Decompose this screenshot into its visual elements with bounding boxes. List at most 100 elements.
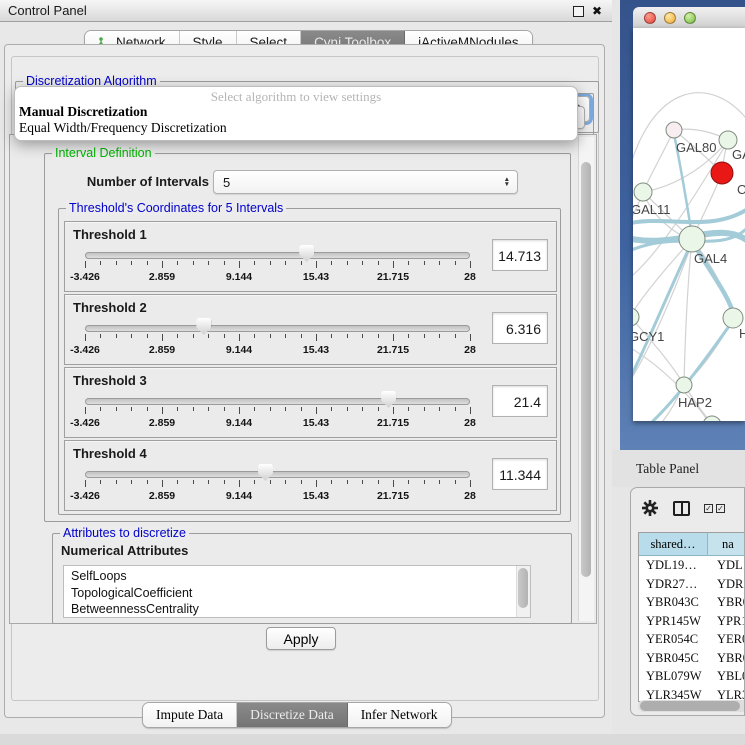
- table-row[interactable]: YBR045CYBR0: [639, 649, 744, 668]
- slider-ticks: [85, 480, 470, 489]
- threshold-slider[interactable]: -3.4262.8599.14415.4321.71528: [85, 244, 470, 286]
- network-node-hap2[interactable]: [676, 377, 692, 393]
- attribute-item-topologicalcoefficient[interactable]: TopologicalCoefficient: [71, 585, 530, 602]
- threshold-label: Threshold 1: [73, 227, 147, 242]
- right-column: GAL80GACGAL11GAL4GCY1HHAP2 Table Panel ✓…: [612, 0, 745, 745]
- zoom-traffic-light-icon[interactable]: [684, 12, 696, 24]
- network-edge[interactable]: [643, 130, 674, 192]
- threshold-value-field[interactable]: 6.316: [492, 312, 548, 344]
- table-cell: YDL1: [708, 556, 744, 575]
- interval-definition-group: Interval Definition Number of Intervals …: [44, 153, 571, 522]
- slider-thumb[interactable]: [196, 318, 211, 335]
- table-horizontal-scrollbar-thumb[interactable]: [640, 701, 740, 711]
- threshold-panel: Threshold 4 -3.4262.8599.14415.4321.7152…: [64, 440, 557, 511]
- popup-prompt: Select algorithm to view settings: [15, 89, 577, 104]
- desktop-bottom-strip: [0, 734, 745, 745]
- split-table-icon[interactable]: [673, 501, 690, 516]
- list-scrollbar[interactable]: [516, 566, 530, 617]
- table-row[interactable]: YBR043CYBR0: [639, 593, 744, 612]
- threshold-value-field[interactable]: 11.344: [492, 458, 548, 490]
- table-cell: YER0: [708, 630, 744, 649]
- settings-scrollbar-thumb[interactable]: [581, 162, 591, 577]
- slider-thumb[interactable]: [299, 245, 314, 262]
- table-cell: YBR045C: [639, 649, 708, 668]
- tab-label: Impute Data: [156, 707, 223, 723]
- table-cell: YBR0: [708, 649, 744, 668]
- list-scrollbar-thumb[interactable]: [518, 568, 528, 608]
- gear-icon[interactable]: [641, 499, 659, 517]
- group-title: Interval Definition: [52, 146, 155, 160]
- column-header-1[interactable]: shared…: [639, 533, 708, 555]
- node-label: C: [737, 182, 745, 197]
- slider-track[interactable]: [85, 325, 470, 332]
- table-row[interactable]: YDR27…YDR2: [639, 575, 744, 594]
- slider-tick-labels: -3.4262.8599.14415.4321.71528: [85, 417, 470, 429]
- slider-track[interactable]: [85, 471, 470, 478]
- slider-track[interactable]: [85, 398, 470, 405]
- table-panel-header: Table Panel: [612, 450, 745, 487]
- table-row[interactable]: YBL079WYBL0: [639, 667, 744, 686]
- settings-scrollbar[interactable]: [578, 137, 594, 621]
- slider-tick-labels: -3.4262.8599.14415.4321.71528: [85, 344, 470, 356]
- network-window-titlebar: [633, 7, 745, 29]
- network-node-gal80[interactable]: [666, 122, 682, 138]
- tab-impute-data[interactable]: Impute Data: [143, 703, 237, 727]
- table-cell: YBL0: [708, 667, 744, 686]
- close-traffic-light-icon[interactable]: [644, 12, 656, 24]
- table-cell: YDR27…: [639, 575, 708, 594]
- attribute-item-selfloops[interactable]: SelfLoops: [71, 568, 530, 585]
- node-label: H: [739, 326, 745, 341]
- table-horizontal-scrollbar[interactable]: [638, 700, 744, 712]
- algorithm-option-manual-discretization[interactable]: Manual Discretization: [15, 104, 577, 120]
- network-node-gal4[interactable]: [679, 226, 705, 252]
- number-of-intervals-value: 5: [223, 175, 230, 190]
- threshold-panel: Threshold 3 -3.4262.8599.14415.4321.7152…: [64, 367, 557, 438]
- tab-discretize-data[interactable]: Discretize Data: [237, 703, 348, 727]
- close-icon[interactable]: ✖: [592, 5, 602, 17]
- select-columns-icon[interactable]: ✓ ✓: [704, 504, 725, 513]
- table-cell: YER054C: [639, 630, 708, 649]
- network-canvas[interactable]: GAL80GACGAL11GAL4GCY1HHAP2: [633, 28, 745, 421]
- table-row[interactable]: YPR145WYPR1: [639, 612, 744, 631]
- threshold-value-field[interactable]: 21.4: [492, 385, 548, 417]
- tab-label: Discretize Data: [250, 707, 334, 723]
- threshold-slider[interactable]: -3.4262.8599.14415.4321.71528: [85, 317, 470, 359]
- slider-track[interactable]: [85, 252, 470, 259]
- node-label: GAL4: [694, 251, 727, 266]
- table-row[interactable]: YDL19…YDL1: [639, 556, 744, 575]
- network-node-gcy1[interactable]: [633, 308, 639, 326]
- slider-tick-labels: -3.4262.8599.14415.4321.71528: [85, 271, 470, 283]
- numerical-attributes-label: Numerical Attributes: [61, 543, 188, 558]
- threshold-slider[interactable]: -3.4262.8599.14415.4321.71528: [85, 390, 470, 432]
- numerical-attributes-list[interactable]: SelfLoopsTopologicalCoefficientBetweenne…: [63, 565, 531, 618]
- group-title: Threshold's Coordinates for 5 Intervals: [66, 201, 286, 215]
- threshold-slider[interactable]: -3.4262.8599.14415.4321.71528: [85, 463, 470, 505]
- float-window-icon[interactable]: [573, 6, 584, 17]
- network-edge[interactable]: [633, 317, 681, 380]
- column-header-2[interactable]: na: [708, 533, 744, 555]
- control-panel-title: Control Panel: [8, 3, 87, 18]
- slider-thumb[interactable]: [258, 464, 273, 481]
- apply-button[interactable]: Apply: [266, 627, 336, 650]
- minimize-traffic-light-icon[interactable]: [664, 12, 676, 24]
- algorithm-option-equal-width-frequency-discretization[interactable]: Equal Width/Frequency Discretization: [15, 120, 577, 136]
- threshold-value-field[interactable]: 14.713: [492, 239, 548, 271]
- table-cell: YPR145W: [639, 612, 708, 631]
- number-of-intervals-label: Number of Intervals: [83, 174, 209, 189]
- node-label: GA: [732, 147, 745, 162]
- slider-ticks: [85, 334, 470, 343]
- table-row[interactable]: YER054CYER0: [639, 630, 744, 649]
- network-node-h[interactable]: [723, 308, 743, 328]
- table-header-row: shared…na: [639, 533, 744, 556]
- control-panel-titlebar: Control Panel ✖: [0, 0, 612, 22]
- thresholds-group: Threshold's Coordinates for 5 Intervals …: [58, 208, 561, 515]
- slider-thumb[interactable]: [381, 391, 396, 408]
- table-panel: ✓ ✓ shared…na YDL19…YDL1YDR27…YDR2YBR043…: [630, 487, 745, 716]
- number-of-intervals-combobox[interactable]: 5 ▲▼: [213, 170, 518, 194]
- threshold-panel: Threshold 2 -3.4262.8599.14415.4321.7152…: [64, 294, 557, 365]
- network-node-c[interactable]: [711, 162, 733, 184]
- attribute-item-betweennesscentrality[interactable]: BetweennessCentrality: [71, 601, 530, 618]
- tab-infer-network[interactable]: Infer Network: [348, 703, 451, 727]
- network-node-gal11[interactable]: [634, 183, 652, 201]
- table-panel-toolbar: ✓ ✓: [641, 497, 725, 519]
